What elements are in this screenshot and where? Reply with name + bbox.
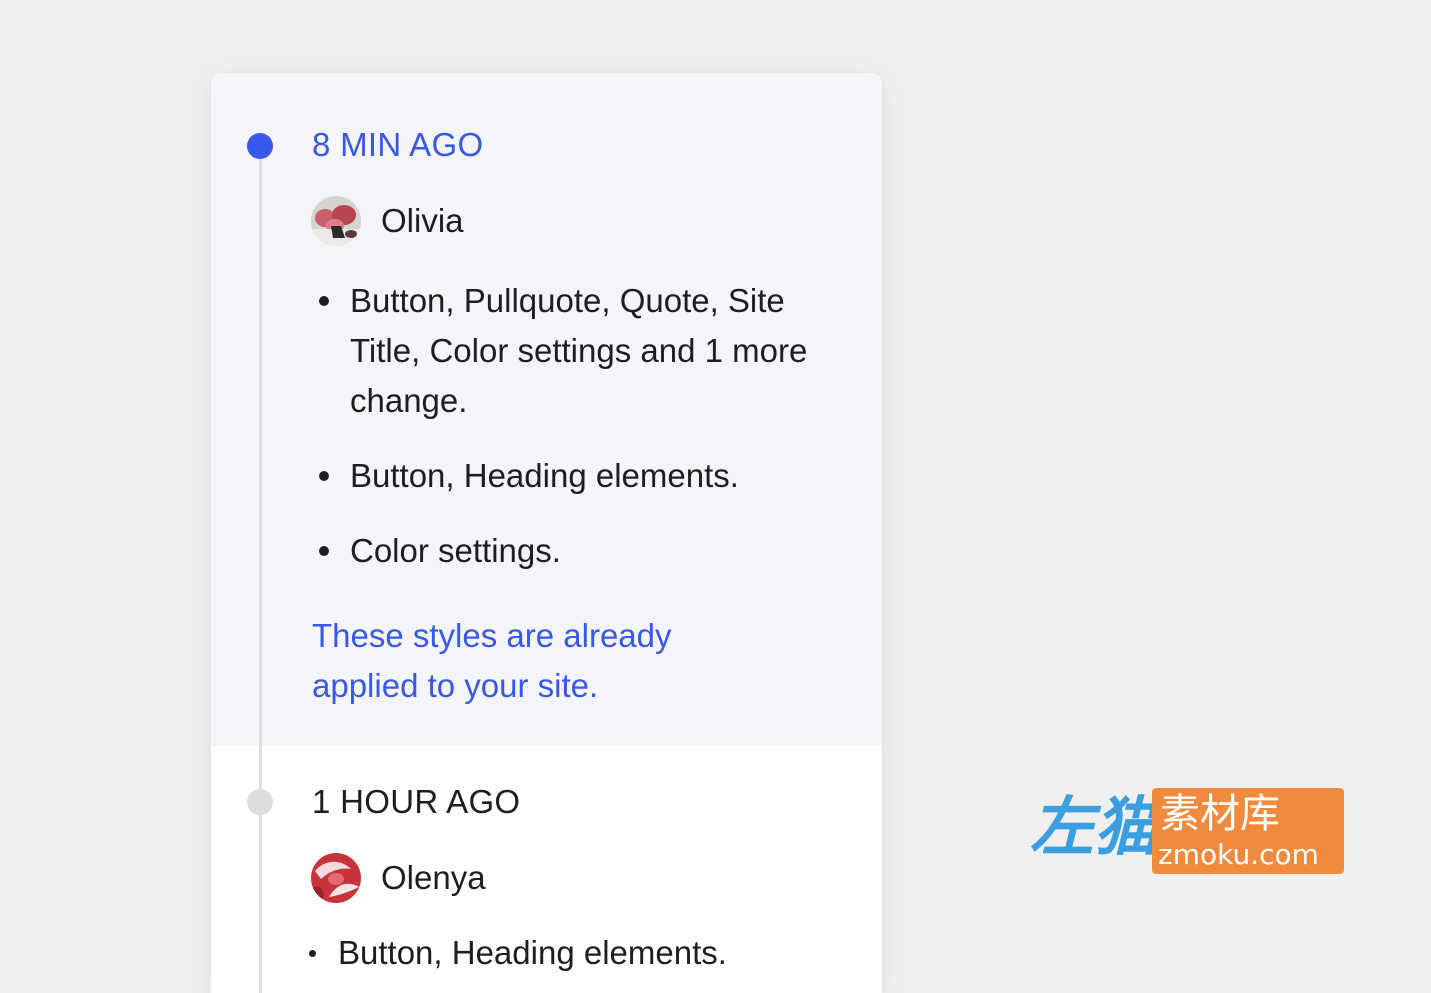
list-item: Color settings. xyxy=(316,526,836,576)
revisions-panel: 8 MIN AGO Olivia Button, Pullquote, Quot… xyxy=(211,73,882,993)
bullet-icon xyxy=(319,296,329,306)
timeline-line xyxy=(259,145,262,993)
revision-time: 8 MIN AGO xyxy=(312,126,484,163)
watermark-box-bottom-text: zmoku.com xyxy=(1158,838,1319,871)
author-name: Olivia xyxy=(381,202,464,239)
bullet-icon xyxy=(319,471,329,481)
change-text: Color settings. xyxy=(350,532,561,569)
avatar-photo-olivia-icon xyxy=(311,196,361,246)
watermark-box: 素材库 zmoku.com xyxy=(1152,788,1344,874)
bullet-icon xyxy=(319,546,329,556)
change-list: Button, Pullquote, Quote, Site Title, Co… xyxy=(316,276,836,601)
list-item: Button, Pullquote, Quote, Site Title, Co… xyxy=(316,276,836,426)
bullet-icon xyxy=(309,950,316,957)
change-text: Button, Heading elements. xyxy=(350,457,739,494)
timeline-dot-icon xyxy=(247,789,273,815)
timeline-dot-active-icon xyxy=(247,133,273,159)
revision-time[interactable]: 1 HOUR AGO xyxy=(312,782,520,822)
revision-author: Olivia xyxy=(311,195,464,247)
list-item: Button, Heading elements. xyxy=(306,928,866,978)
revision-author: Olenya xyxy=(311,852,486,904)
watermark-box-top-text: 素材库 xyxy=(1160,791,1280,837)
change-text: Button, Pullquote, Quote, Site Title, Co… xyxy=(350,282,808,419)
change-list: Button, Heading elements. xyxy=(306,928,866,978)
avatar-photo-olenya-icon xyxy=(311,853,361,903)
list-item: Button, Heading elements. xyxy=(316,451,836,501)
applied-note: These styles are already applied to your… xyxy=(312,617,672,704)
author-name: Olenya xyxy=(381,859,486,896)
change-text: Button, Heading elements. xyxy=(338,934,727,971)
watermark-left-text: 左猫 xyxy=(1030,791,1158,865)
watermark-logo: 左猫 素材库 zmoku.com xyxy=(1030,786,1345,876)
